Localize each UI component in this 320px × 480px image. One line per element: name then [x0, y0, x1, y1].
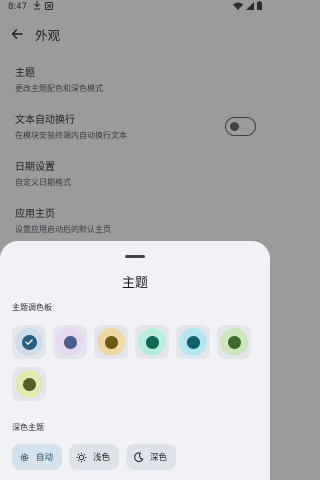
settings-gear-icon: [19, 452, 30, 463]
moon-icon: [133, 451, 144, 463]
setting-title: 主题: [15, 68, 35, 79]
status-bar: 8:47: [0, 0, 270, 14]
setting-title: 文本自动换行: [15, 115, 75, 126]
chip-label: 自动: [36, 453, 54, 463]
wifi-icon: [233, 2, 243, 13]
swatch-ring: [138, 328, 166, 356]
swatch-ring: [97, 328, 125, 356]
swatch-ring: [15, 328, 43, 356]
dark-theme-label: 深色主题: [12, 423, 44, 432]
signal-icon: [246, 1, 254, 13]
page-title: 外观: [35, 27, 61, 43]
check-icon: [25, 339, 33, 345]
battery-icon: [257, 1, 262, 13]
setting-subtitle: 设置应用启动后的默认主页: [15, 225, 111, 234]
swatch-dot: [63, 335, 77, 349]
chip-label: 深色: [150, 453, 168, 463]
setting-text-wrap[interactable]: 文本自动换行 在模块安装终端内自动换行文本: [0, 105, 270, 152]
swatch-dot: [22, 377, 36, 391]
sun-icon: [76, 452, 87, 463]
setting-home-page[interactable]: 应用主页 设置应用启动后的默认主页: [0, 199, 270, 246]
sheet-title: 主题: [121, 276, 148, 291]
chip-label: 浅色: [93, 453, 111, 463]
settings-list: 主题 更改主题配色和深色模式 文本自动换行 在模块安装终端内自动换行文本 日期设…: [0, 58, 270, 246]
dark-mode-auto-chip[interactable]: 自动: [12, 444, 63, 470]
palette-label: 主题调色板: [12, 303, 52, 312]
theme-bottom-sheet: 主题 主题调色板 深色主题 自动 浅色 深色: [0, 241, 270, 480]
setting-date[interactable]: 日期设置 自定义日期格式: [0, 152, 270, 199]
toggle-knob: [230, 122, 239, 131]
swatch-dot: [145, 335, 159, 349]
swatch-ring: [179, 328, 207, 356]
text-wrap-toggle[interactable]: [225, 117, 256, 136]
palette-swatch-5[interactable]: [176, 325, 210, 359]
swatch-dot: [227, 335, 241, 349]
swatch-ring: [15, 370, 43, 398]
dark-mode-light-chip[interactable]: 浅色: [69, 444, 120, 470]
setting-subtitle: 自定义日期格式: [15, 178, 71, 187]
back-arrow-icon[interactable]: [9, 26, 25, 42]
swatch-ring: [220, 328, 248, 356]
app-bar: 外观: [0, 20, 270, 48]
status-time: 8:47: [8, 2, 28, 12]
setting-theme[interactable]: 主题 更改主题配色和深色模式: [0, 58, 270, 105]
palette-swatch-1[interactable]: [12, 325, 46, 359]
dark-mode-dark-chip[interactable]: 深色: [126, 444, 177, 470]
swatch-dot: [21, 334, 37, 350]
drag-handle[interactable]: [125, 255, 145, 258]
setting-title: 日期设置: [15, 162, 55, 173]
dark-theme-options: 自动 浅色 深色: [12, 444, 177, 470]
swatch-ring: [56, 328, 84, 356]
notification-icon: [45, 1, 54, 13]
palette-swatch-7[interactable]: [12, 367, 46, 401]
palette-swatch-6[interactable]: [217, 325, 251, 359]
swatch-dot: [186, 335, 200, 349]
setting-subtitle: 更改主题配色和深色模式: [15, 84, 103, 93]
palette-swatch-3[interactable]: [94, 325, 128, 359]
download-icon: [33, 1, 41, 13]
palette-swatch-2[interactable]: [53, 325, 87, 359]
setting-title: 应用主页: [15, 209, 55, 220]
palette-swatch-4[interactable]: [135, 325, 169, 359]
setting-subtitle: 在模块安装终端内自动换行文本: [15, 131, 127, 140]
swatch-dot: [104, 335, 118, 349]
